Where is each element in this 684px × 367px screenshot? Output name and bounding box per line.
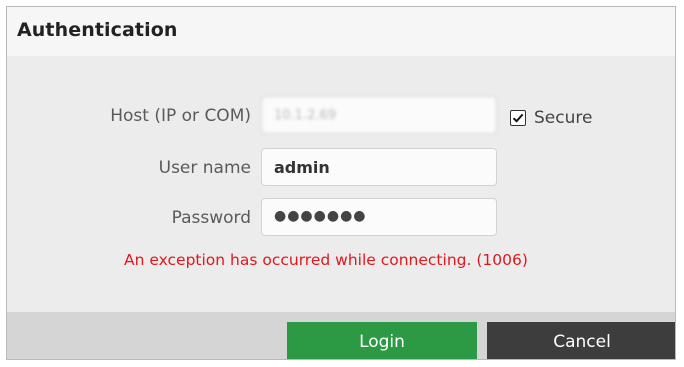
dialog-title: Authentication — [17, 19, 178, 41]
username-label: User name — [158, 158, 251, 178]
secure-checkbox-group[interactable]: Secure — [510, 107, 592, 129]
error-message: An exception has occurred while connecti… — [124, 251, 528, 269]
host-label: Host (IP or COM) — [110, 106, 251, 126]
cancel-button[interactable]: Cancel — [487, 322, 675, 359]
password-mask-text: ●●●●●●● — [274, 208, 367, 224]
password-label: Password — [171, 208, 251, 228]
host-input[interactable] — [261, 96, 497, 134]
secure-label: Secure — [534, 108, 593, 128]
dialog-footer: Login Cancel — [7, 312, 675, 359]
dialog-titlebar: Authentication — [7, 7, 675, 56]
authentication-dialog: Authentication Host (IP or COM) Secure U… — [6, 6, 676, 360]
login-button[interactable]: Login — [287, 322, 477, 359]
password-input[interactable]: ●●●●●●● — [261, 198, 497, 236]
checkmark-icon — [512, 113, 524, 123]
secure-checkbox[interactable] — [510, 110, 526, 126]
username-input[interactable] — [261, 148, 497, 186]
